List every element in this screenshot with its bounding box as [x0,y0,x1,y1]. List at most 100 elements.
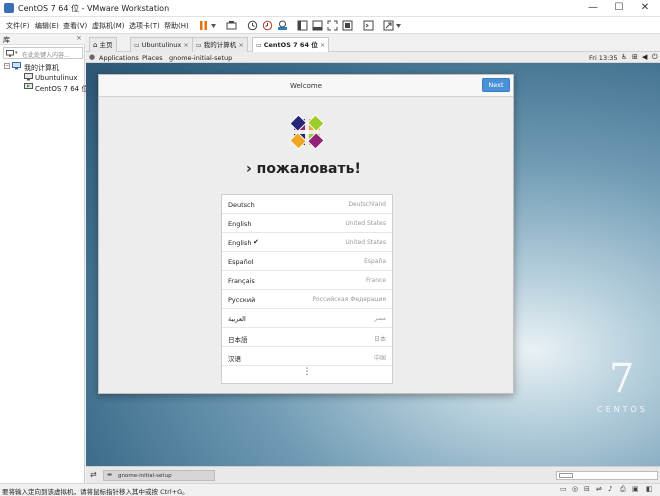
tree-item-my-computer[interactable]: 我的计算机 [24,63,59,73]
language-region: España [364,258,386,265]
maximize-button[interactable]: ☐ [606,0,632,16]
hard-disk-icon[interactable]: ▭ [560,485,567,493]
language-name: 汉语 [228,355,241,363]
language-name: العربية [228,315,246,323]
snapshot-manager-icon[interactable] [277,20,288,31]
send-keys-icon[interactable] [226,20,237,31]
library-search-field[interactable]: ▾ 在此处键入内容... [3,47,83,59]
chevron-down-icon[interactable]: ▾ [15,50,18,56]
menu-vm[interactable]: 虚拟机(M) [92,21,125,31]
welcome-dialog: Welcome Next › пожаловать! Deutsch Deuts… [98,74,514,394]
language-name: Français [228,277,255,285]
tab-ubuntulinux[interactable]: ▭ Ubuntulinux × [130,37,193,52]
task-thumbnail[interactable]: ▬ gnome-initial-setup [103,470,215,481]
revert-snapshot-icon[interactable] [262,20,273,31]
vmware-app-icon [4,3,14,13]
sound-card-icon[interactable]: ♪ [608,485,612,493]
language-region: Российская Федерация [312,296,386,303]
more-languages-button[interactable]: ⋮ [302,368,312,377]
chevron-down-icon[interactable] [396,24,401,28]
task-thumbnail-label: gnome-initial-setup [118,472,172,479]
language-row[interactable]: English United States [222,214,392,233]
tab-my-computer[interactable]: ▭ 我的计算机 × [192,37,248,52]
app-icon: ● [89,53,96,61]
minimize-button[interactable]: — [580,0,606,16]
language-region: Deutschland [348,201,386,208]
language-region: 中国 [373,355,386,362]
clock[interactable]: Fri 13:35 [589,54,618,62]
language-row[interactable]: 日本語 日本 [222,328,392,347]
language-row[interactable]: Deutsch Deutschland [222,195,392,214]
menu-file[interactable]: 文件(F) [6,21,30,31]
display-icon[interactable]: ⇄ [90,470,97,479]
tab-label: Ubuntulinux [141,41,182,49]
dialog-title: Welcome [289,82,323,90]
language-row[interactable]: Русский Российская Федерация [222,290,392,309]
language-name: 日本語 [228,336,248,344]
menu-help[interactable]: 帮助(H) [164,21,189,31]
usb-icon[interactable]: ⇌ [596,485,602,493]
language-row[interactable]: Español España [222,252,392,271]
cd-dvd-icon[interactable]: ◎ [572,485,578,493]
language-row[interactable]: 汉语 中国 [222,347,392,366]
unity-icon[interactable] [342,20,353,31]
close-library-icon[interactable]: × [76,34,82,42]
language-row-selected[interactable]: English ✔ United States [222,233,392,252]
close-tab-icon[interactable]: × [320,41,325,49]
active-app-name[interactable]: gnome-initial-setup [169,54,232,62]
tree-collapse-toggle[interactable]: − [4,63,10,69]
status-bar: 要将输入定向到该虚拟机，请将鼠标指针移入其中或按 Ctrl+G。 ▭ ◎ ⊟ ⇌… [0,483,660,496]
vm-status-bar: ⇄ ▬ gnome-initial-setup [86,466,660,483]
power-icon[interactable]: ⏻ [652,53,658,62]
message-log-icon[interactable]: ◧ [646,485,653,493]
full-screen-icon[interactable] [327,20,338,31]
pause-icon[interactable] [198,20,209,31]
status-message: 要将输入定向到该虚拟机，请将鼠标指针移入其中或按 Ctrl+G。 [2,488,189,496]
close-button[interactable]: ✕ [632,0,658,16]
language-row[interactable]: Français France [222,271,392,290]
console-view-icon[interactable] [363,20,374,31]
tab-label: CentOS 7 64 位 [263,41,318,49]
vm-running-icon [24,83,33,89]
close-tab-icon[interactable]: × [238,41,243,49]
tree-item-ubuntulinux[interactable]: Ubuntulinux [35,74,78,82]
accessibility-icon[interactable]: ♿ [621,53,627,61]
menu-tabs[interactable]: 选项卡(T) [129,21,160,31]
tree-item-centos[interactable]: CentOS 7 64 位 [35,84,88,94]
library-search-input[interactable]: 在此处键入内容... [22,50,70,59]
tab-label: 主页 [99,41,113,49]
language-row[interactable]: العربية مصر [222,309,392,328]
display-settings-icon[interactable]: ▣ [632,485,639,493]
welcome-heading: › пожаловать! [246,161,361,177]
vm-icon [24,73,33,81]
printer-icon[interactable]: ⎙ [620,485,626,494]
title-bar: CentOS 7 64 位 - VMware Workstation — ☐ ✕ [0,0,660,17]
network-adapter-icon[interactable]: ⊟ [584,485,590,493]
snapshot-icon[interactable] [247,20,258,31]
thumbnail-scrollbar[interactable] [556,471,658,480]
menu-edit[interactable]: 编辑(E) [35,21,59,31]
menu-view[interactable]: 查看(V) [63,21,87,31]
dialog-header: Welcome Next [99,75,513,97]
tab-label: 我的计算机 [203,41,237,49]
vm-display[interactable]: ● Applications Places gnome-initial-setu… [86,52,660,466]
scrollbar-thumb[interactable] [559,473,573,478]
stretch-guest-icon[interactable] [383,20,394,31]
places-menu[interactable]: Places [142,54,163,62]
chevron-down-icon[interactable] [211,24,216,28]
network-icon[interactable]: ⊞ [632,53,638,61]
thumbnail-bar-icon[interactable] [312,20,323,31]
language-name: Deutsch [228,201,255,209]
vm-icon: ▭ [134,42,140,49]
volume-icon[interactable]: ◀ [642,53,647,61]
language-name: Русский [228,296,256,304]
tab-home[interactable]: ⌂ 主页 [89,37,117,52]
show-library-icon[interactable] [297,20,308,31]
next-button[interactable]: Next [482,78,510,92]
language-region: مصر [374,315,386,322]
window-icon: ▬ [107,472,113,478]
close-tab-icon[interactable]: × [183,41,188,49]
language-name: Español [228,258,254,266]
applications-menu[interactable]: Applications [99,54,139,62]
tab-centos[interactable]: ▭ CentOS 7 64 位 × [252,37,330,52]
